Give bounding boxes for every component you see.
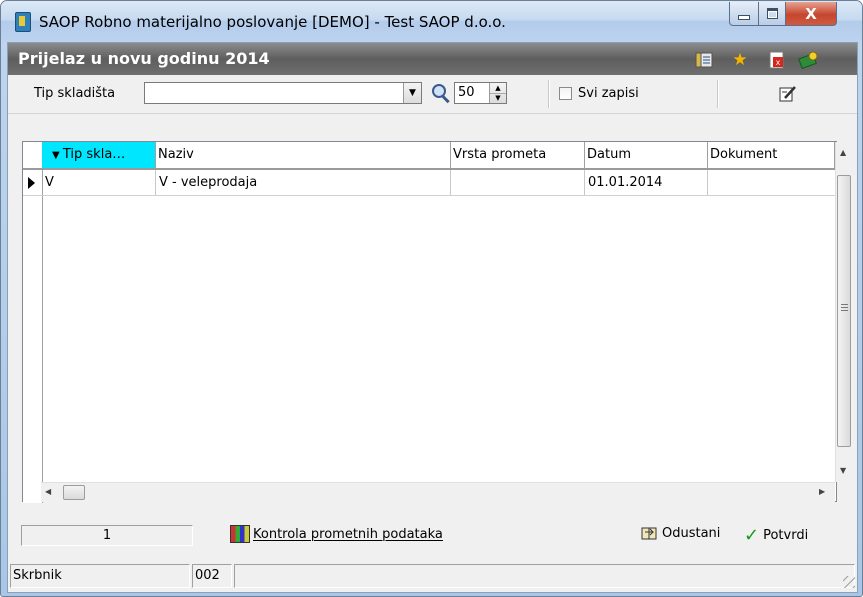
all-records-label: Svi zapisi [578, 86, 639, 101]
cell-dokument[interactable] [708, 170, 835, 195]
stepper-down-icon[interactable]: ▼ [490, 93, 506, 103]
scroll-left-icon[interactable]: ◀ [45, 487, 51, 496]
grid-header: ▼ Tip skla… Naziv Vrsta prometa Datum Do… [23, 142, 835, 170]
all-records-checkbox[interactable] [559, 87, 572, 100]
kontrola-label: Kontrola prometnih podataka [253, 526, 443, 542]
help-book-icon[interactable] [798, 50, 818, 70]
column-header-vrsta[interactable]: Vrsta prometa [451, 142, 585, 168]
chevron-down-icon[interactable]: ▼ [403, 83, 421, 103]
column-header-naziv[interactable]: Naziv [156, 142, 451, 168]
scroll-up-icon[interactable]: ▲ [840, 148, 846, 157]
svg-text:x: x [776, 58, 781, 67]
current-row-icon [28, 177, 35, 189]
form-header: Prijelaz u novu godinu 2014 ★ x [8, 43, 857, 75]
edit-icon[interactable] [778, 84, 798, 104]
status-message [234, 564, 855, 588]
column-header-dokument[interactable]: Dokument [708, 142, 835, 168]
cell-datum[interactable]: 01.01.2014 [585, 170, 708, 195]
scroll-right-icon[interactable]: ▶ [819, 487, 825, 496]
row-indicator-column [23, 142, 43, 503]
column-header-tip[interactable]: ▼ Tip skla… [42, 142, 156, 168]
title-bar[interactable]: SAOP Robno materijalno poslovanje [DEMO]… [1, 1, 862, 42]
checkmark-icon: ✓ [744, 525, 760, 546]
action-bar: 1 Kontrola prometnih podataka Odustani ✓… [8, 505, 857, 555]
records-count-stepper[interactable]: 50 ▲ ▼ [454, 82, 507, 104]
status-bar: Skrbnik 002 [8, 561, 857, 590]
resize-grip-icon[interactable] [843, 576, 855, 588]
kontrola-button[interactable]: Kontrola prometnih podataka [230, 525, 443, 543]
cancel-book-icon [641, 525, 659, 541]
cell-vrsta[interactable] [451, 170, 585, 195]
vertical-scroll-thumb[interactable] [837, 175, 851, 447]
application-window: SAOP Robno materijalno poslovanje [DEMO]… [0, 0, 863, 597]
toolbar-divider [717, 80, 719, 108]
favorite-star-icon[interactable]: ★ [730, 50, 750, 70]
columns-icon[interactable] [694, 50, 714, 70]
pdf-export-icon[interactable]: x [767, 50, 787, 70]
filter-toolbar: Tip skladišta ▼ 50 ▲ ▼ Svi zapisi [8, 75, 857, 114]
main-frame: Prijelaz u novu godinu 2014 ★ x Tip skla… [7, 42, 858, 593]
data-check-icon [230, 525, 250, 543]
confirm-label: Potvrdi [763, 528, 809, 543]
scroll-down-icon[interactable]: ▼ [840, 466, 846, 475]
window-title: SAOP Robno materijalno poslovanje [DEMO]… [39, 13, 506, 31]
close-icon: X [805, 4, 817, 23]
search-icon[interactable] [431, 83, 451, 104]
toolbar-divider [548, 80, 550, 108]
minimize-button[interactable] [729, 2, 759, 26]
maximize-icon [766, 8, 778, 19]
status-code: 002 [192, 564, 232, 588]
maximize-button[interactable] [758, 2, 786, 26]
app-icon [15, 12, 31, 32]
table-row[interactable]: V V - veleprodaja 01.01.2014 [23, 170, 835, 196]
cell-naziv[interactable]: V - veleprodaja [156, 170, 451, 195]
status-role: Skrbnik [10, 564, 190, 588]
horizontal-scrollbar[interactable]: ◀ ▶ [41, 482, 835, 502]
cancel-label: Odustani [662, 525, 721, 541]
record-count: 1 [21, 525, 193, 546]
column-header-datum[interactable]: Datum [585, 142, 708, 168]
confirm-button[interactable]: ✓ Potvrdi [744, 525, 808, 546]
cancel-button[interactable]: Odustani [641, 525, 720, 541]
minimize-icon [738, 15, 750, 20]
sort-desc-icon: ▼ [52, 150, 63, 161]
cell-tip[interactable]: V [42, 170, 156, 195]
data-grid[interactable]: ▼ Tip skla… Naziv Vrsta prometa Datum Do… [22, 141, 853, 503]
form-title: Prijelaz u novu godinu 2014 [18, 49, 270, 68]
close-button[interactable]: X [785, 2, 837, 26]
vertical-scrollbar[interactable]: ▲ ▼ [835, 142, 853, 482]
records-count-value: 50 [458, 85, 475, 100]
warehouse-type-combo[interactable]: ▼ [144, 82, 422, 104]
horizontal-scroll-thumb[interactable] [63, 485, 85, 500]
warehouse-type-label: Tip skladišta [34, 86, 116, 101]
